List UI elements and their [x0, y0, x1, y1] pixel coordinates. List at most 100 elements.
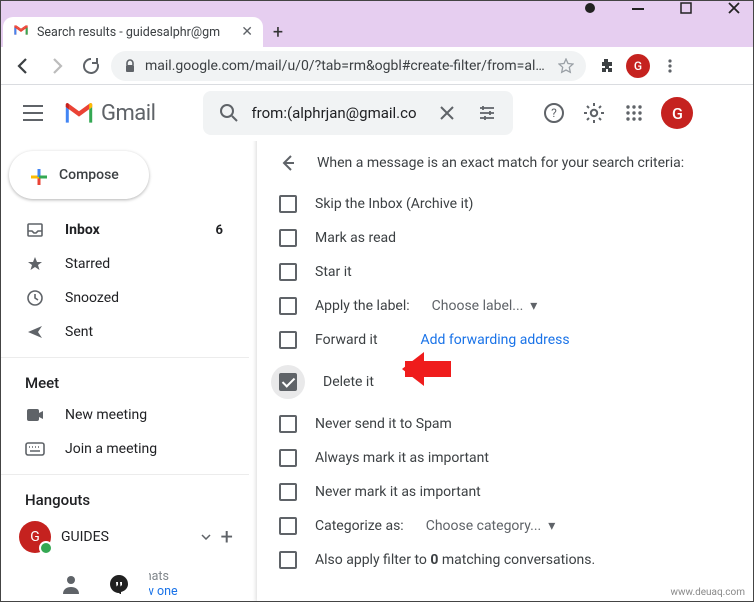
hangouts-bubble-icon[interactable] [109, 574, 129, 594]
hangouts-user-row[interactable]: G GUIDES + [1, 515, 249, 555]
tab-bar: Search results - guidesalphr@gm ✕ + [1, 15, 753, 47]
highlight-arrow-icon [405, 361, 451, 377]
filter-option-label: Apply the label: [315, 298, 410, 314]
filter-option-label: Always mark it as important [315, 450, 489, 466]
filter-option-label: Also apply filter to 0 matching conversa… [315, 552, 595, 568]
inbox-count: 6 [216, 223, 223, 238]
filter-option-label: Mark as read [315, 230, 396, 246]
lock-icon [123, 59, 137, 73]
settings-icon[interactable] [575, 94, 613, 132]
search-input[interactable] [251, 104, 425, 122]
checkbox[interactable] [279, 517, 297, 535]
sidebar-label: Inbox [65, 222, 100, 238]
sidebar-label: Sent [65, 324, 93, 340]
sidebar-label: Join a meeting [65, 441, 157, 457]
reload-button[interactable] [77, 52, 105, 80]
hangouts-avatar: G [19, 521, 51, 553]
apps-grid-icon[interactable] [615, 94, 653, 132]
compose-button[interactable]: Compose [9, 151, 149, 199]
filter-option-label: Never send it to Spam [315, 416, 452, 432]
filter-option-row: Never send it to Spam [277, 407, 733, 441]
filter-option-label: Delete it [323, 374, 374, 390]
address-bar[interactable]: mail.google.com/mail/u/0/?tab=rm&ogbl#cr… [111, 51, 586, 81]
sidebar-label: New meeting [65, 407, 147, 423]
checkbox-checked[interactable] [271, 365, 305, 399]
search-icon[interactable] [211, 95, 247, 131]
person-icon[interactable] [61, 574, 81, 594]
sent-icon [25, 323, 45, 341]
extensions-icon[interactable] [592, 52, 620, 80]
back-arrow-icon[interactable] [277, 153, 301, 173]
filter-dropdown[interactable]: Choose category... ▾ [426, 518, 556, 534]
forward-button[interactable] [43, 52, 71, 80]
chevron-down-icon[interactable] [201, 534, 211, 540]
browser-menu-icon[interactable] [656, 52, 684, 80]
camera-icon [25, 408, 45, 422]
window-dot-icon[interactable] [581, 1, 599, 15]
filter-option-row: Star it [277, 255, 733, 289]
checkbox[interactable] [279, 263, 297, 281]
filter-dropdown[interactable]: Choose label... ▾ [432, 298, 538, 314]
clock-icon [25, 289, 45, 307]
compose-plus-icon [27, 165, 47, 185]
watermark: www.deuaq.com [671, 587, 746, 598]
compose-label: Compose [59, 167, 119, 183]
star-icon[interactable] [558, 58, 574, 74]
filter-option-label: Star it [315, 264, 352, 280]
meet-heading: Meet [1, 357, 249, 398]
hangouts-add-icon[interactable]: + [221, 525, 233, 550]
filter-option-row: Forward it Add forwarding address [277, 323, 733, 357]
search-clear-icon[interactable] [429, 95, 465, 131]
browser-toolbar: mail.google.com/mail/u/0/?tab=rm&ogbl#cr… [1, 47, 753, 85]
checkbox[interactable] [279, 449, 297, 467]
filter-option-row: Also apply filter to 0 matching conversa… [277, 543, 733, 577]
filter-option-row: Apply the label: Choose label... ▾ [277, 289, 733, 323]
gmail-logo[interactable]: Gmail [63, 101, 155, 126]
search-options-icon[interactable] [469, 95, 505, 131]
sidebar-item-snoozed[interactable]: Snoozed [1, 281, 239, 315]
hangouts-tabs [41, 568, 149, 600]
filter-panel: When a message is an exact match for you… [257, 141, 753, 601]
gmail-favicon [13, 24, 29, 40]
window-maximize-icon[interactable] [677, 1, 695, 15]
checkbox[interactable] [279, 415, 297, 433]
sidebar-label: Snoozed [65, 290, 119, 306]
svg-text:?: ? [552, 106, 558, 120]
star-icon [25, 255, 45, 273]
filter-option-row: Delete it [277, 357, 733, 407]
filter-option-row: Never mark it as important [277, 475, 733, 509]
support-icon[interactable]: ? [535, 94, 573, 132]
filter-link[interactable]: Add forwarding address [421, 332, 570, 348]
checkbox[interactable] [279, 331, 297, 349]
keyboard-icon [25, 442, 45, 456]
window-minimize-icon[interactable] [629, 1, 647, 15]
checkbox[interactable] [279, 229, 297, 247]
window-close-icon[interactable] [725, 1, 743, 15]
tab-close-icon[interactable]: ✕ [241, 24, 253, 40]
search-box[interactable] [203, 91, 513, 135]
new-tab-button[interactable]: + [263, 17, 293, 47]
gmail-header: Gmail ? G [1, 85, 753, 141]
checkbox[interactable] [279, 551, 297, 569]
filter-option-label: Forward it [315, 332, 378, 348]
back-button[interactable] [9, 52, 37, 80]
checkbox[interactable] [279, 297, 297, 315]
sidebar-item-sent[interactable]: Sent [1, 315, 239, 349]
account-avatar[interactable]: G [661, 97, 693, 129]
sidebar-item-starred[interactable]: Starred [1, 247, 239, 281]
browser-profile-avatar[interactable]: G [626, 54, 650, 78]
filter-option-row: Always mark it as important [277, 441, 733, 475]
tab-title: Search results - guidesalphr@gm [37, 25, 233, 40]
hangouts-heading: Hangouts [1, 474, 249, 515]
sidebar-item-join-meeting[interactable]: Join a meeting [1, 432, 239, 466]
browser-tab[interactable]: Search results - guidesalphr@gm ✕ [3, 17, 263, 47]
checkbox[interactable] [279, 195, 297, 213]
main-menu-icon[interactable] [11, 91, 55, 135]
url-text: mail.google.com/mail/u/0/?tab=rm&ogbl#cr… [145, 58, 550, 74]
sidebar-item-inbox[interactable]: Inbox 6 [1, 213, 239, 247]
inbox-icon [25, 221, 45, 239]
filter-option-label: Never mark it as important [315, 484, 481, 500]
checkbox[interactable] [279, 483, 297, 501]
filter-option-label: Categorize as: [315, 518, 404, 534]
sidebar-item-new-meeting[interactable]: New meeting [1, 398, 239, 432]
